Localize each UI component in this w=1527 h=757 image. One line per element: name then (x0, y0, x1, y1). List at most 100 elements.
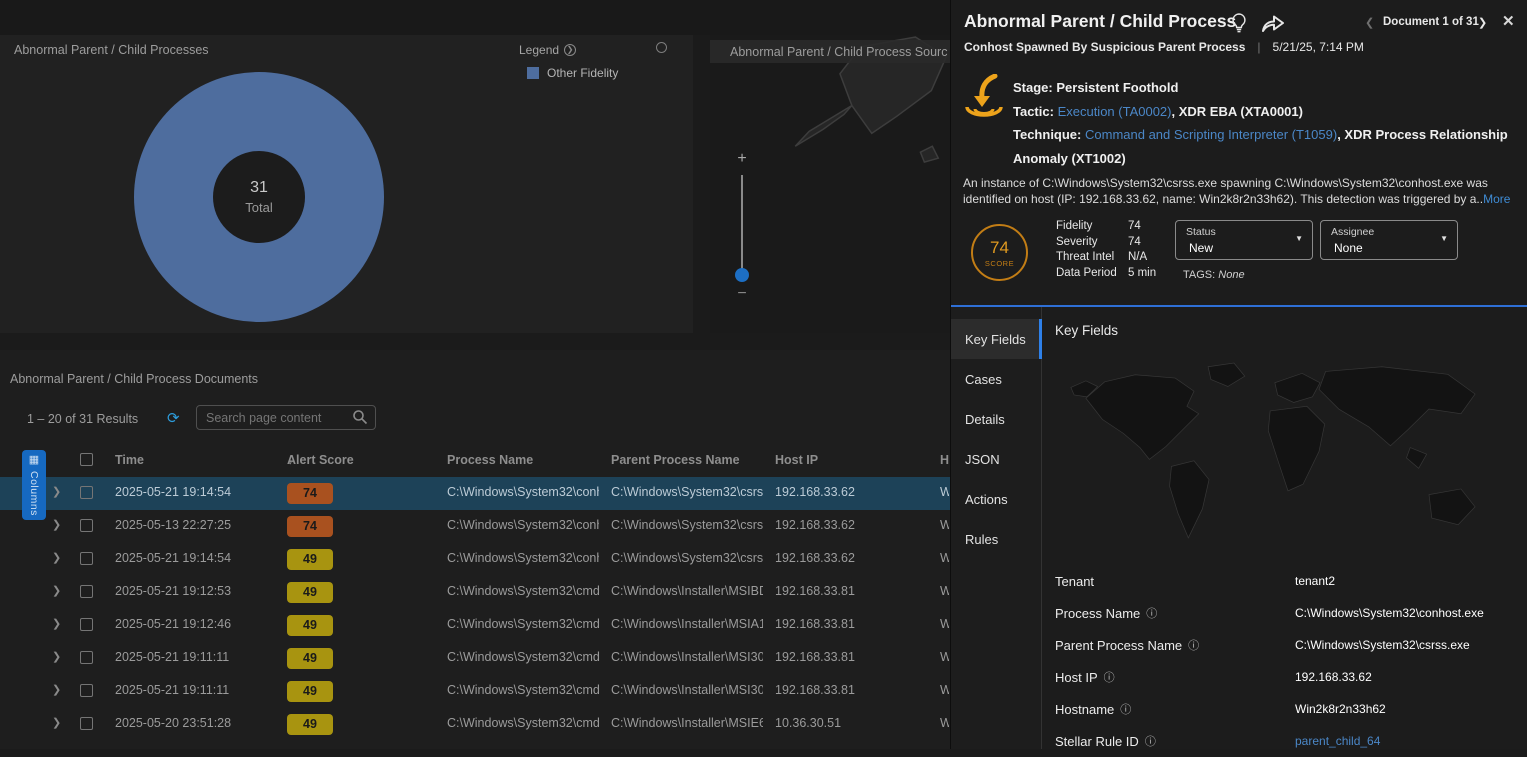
row-expand-icon[interactable]: ❯ (52, 683, 61, 696)
tab-rules[interactable]: Rules (951, 519, 1041, 559)
row-process-name: C:\Windows\System32\cmd.e (447, 584, 599, 598)
table-row[interactable]: ❯ 2025-05-21 19:11:11 49 C:\Windows\Syst… (0, 642, 950, 675)
row-checkbox[interactable] (80, 717, 93, 730)
legend-item[interactable]: Other Fidelity (527, 66, 618, 80)
info-icon[interactable]: ⓘ (1188, 637, 1199, 653)
row-hostname-clipped: W (940, 650, 949, 664)
table-grid-icon: ▦ (29, 455, 39, 466)
row-process-name: C:\Windows\System32\cmd.e (447, 683, 599, 697)
field-label: Process Name (1055, 606, 1140, 621)
table-row[interactable]: ❯ 2025-05-21 19:12:53 49 C:\Windows\Syst… (0, 576, 950, 609)
row-time: 2025-05-20 23:51:28 (115, 716, 231, 730)
info-icon[interactable]: ⓘ (1146, 605, 1157, 621)
info-icon[interactable]: ⓘ (1120, 701, 1131, 717)
refresh-icon[interactable]: ⟳ (167, 409, 180, 427)
row-expand-icon[interactable]: ❯ (52, 716, 61, 729)
description-line1: An instance of C:\Windows\System32\csrss… (963, 176, 1488, 190)
next-document-chevron[interactable]: ❯ (1478, 16, 1487, 29)
row-expand-icon[interactable]: ❯ (52, 485, 61, 498)
table-row[interactable]: ❯ 2025-05-21 19:11:11 49 C:\Windows\Syst… (0, 675, 950, 708)
row-checkbox[interactable] (80, 552, 93, 565)
col-header-process-name[interactable]: Process Name (447, 453, 533, 467)
status-dropdown[interactable]: Status New ▼ (1175, 220, 1313, 260)
legend-collapse-icon[interactable]: ❯ (564, 44, 576, 56)
row-expand-icon[interactable]: ❯ (52, 518, 61, 531)
col-header-host-ip[interactable]: Host IP (775, 453, 818, 467)
columns-button[interactable]: ▦ Columns (22, 450, 46, 520)
key-field-row: Hostnameⓘ Win2k8r2n33h62 (1055, 693, 1520, 725)
row-expand-icon[interactable]: ❯ (52, 617, 61, 630)
row-host-ip: 192.168.33.81 (775, 584, 905, 598)
legend-label: Legend (519, 43, 559, 57)
table-row[interactable]: ❯ 2025-05-21 19:14:54 49 C:\Windows\Syst… (0, 543, 950, 576)
row-host-ip: 192.168.33.81 (775, 650, 905, 664)
zoom-slider-knob[interactable] (735, 268, 749, 282)
alert-score-badge: 49 (287, 582, 333, 603)
more-link[interactable]: More (1483, 192, 1510, 206)
donut-chart[interactable]: 31 Total (134, 72, 384, 322)
info-icon[interactable]: ⓘ (1104, 669, 1115, 685)
tab-details[interactable]: Details (951, 399, 1041, 439)
score-circle: 74 SCORE (971, 224, 1028, 281)
col-header-time[interactable]: Time (115, 453, 144, 467)
row-checkbox[interactable] (80, 486, 93, 499)
row-process-name: C:\Windows\System32\conho (447, 551, 599, 565)
tab-key-fields[interactable]: Key Fields (951, 319, 1041, 359)
row-hostname-clipped: W (940, 485, 949, 499)
subtitle-separator: | (1257, 40, 1260, 54)
documents-table-body: ❯ 2025-05-21 19:14:54 74 C:\Windows\Syst… (0, 477, 950, 741)
table-row[interactable]: ❯ 2025-05-21 19:14:54 74 C:\Windows\Syst… (0, 477, 950, 510)
zoom-slider-track[interactable] (741, 175, 743, 269)
field-value[interactable]: parent_child_64 (1295, 734, 1380, 748)
row-checkbox[interactable] (80, 684, 93, 697)
alert-score-badge: 74 (287, 483, 333, 504)
technique-link[interactable]: Command and Scripting Interpreter (T1059… (1085, 127, 1337, 142)
tactic-link[interactable]: Execution (TA0002) (1058, 104, 1172, 119)
row-time: 2025-05-21 19:14:54 (115, 485, 231, 499)
search-input[interactable] (197, 406, 347, 429)
tags-label: TAGS: (1183, 269, 1215, 281)
table-row[interactable]: ❯ 2025-05-20 23:51:28 49 C:\Windows\Syst… (0, 708, 950, 741)
tab-actions[interactable]: Actions (951, 479, 1041, 519)
col-header-hostname-clipped[interactable]: H (940, 453, 949, 467)
field-label: Tenant (1055, 574, 1094, 589)
row-checkbox[interactable] (80, 585, 93, 598)
info-icon[interactable]: ⓘ (1145, 733, 1156, 749)
row-parent-process-name: C:\Windows\Installer\MSIE6D (611, 716, 763, 730)
alert-score-badge: 49 (287, 714, 333, 735)
close-icon[interactable]: ✕ (1502, 12, 1515, 30)
zoom-in-button[interactable]: + (734, 150, 750, 168)
select-all-checkbox[interactable] (80, 453, 93, 466)
lightbulb-icon[interactable] (1231, 13, 1247, 33)
row-checkbox[interactable] (80, 519, 93, 532)
status-dropdown-label: Status (1186, 226, 1216, 238)
row-host-ip: 10.36.30.51 (775, 716, 905, 730)
detail-tab-nav: Key Fields Cases Details JSON Actions Ru… (951, 307, 1042, 749)
table-row[interactable]: ❯ 2025-05-13 22:27:25 74 C:\Windows\Syst… (0, 510, 950, 543)
share-icon[interactable] (1261, 14, 1285, 32)
zoom-out-button[interactable]: − (734, 285, 750, 303)
row-expand-icon[interactable]: ❯ (52, 584, 61, 597)
metric-label: Fidelity (1056, 219, 1128, 235)
row-expand-icon[interactable]: ❯ (52, 551, 61, 564)
assignee-dropdown-label: Assignee (1331, 226, 1374, 238)
tab-cases[interactable]: Cases (951, 359, 1041, 399)
tab-json[interactable]: JSON (951, 439, 1041, 479)
stage-label: Stage: (1013, 80, 1053, 95)
row-parent-process-name: C:\Windows\Installer\MSI30B2 (611, 650, 763, 664)
row-checkbox[interactable] (80, 618, 93, 631)
assignee-dropdown[interactable]: Assignee None ▼ (1320, 220, 1458, 260)
tab-label: Actions (965, 492, 1008, 507)
stage-tactic-technique: Stage: Persistent Foothold Tactic: Execu… (1013, 76, 1521, 170)
alert-detail-panel: Abnormal Parent / Child Process ❮ Docume… (950, 0, 1527, 749)
row-hostname-clipped: W (940, 683, 949, 697)
row-checkbox[interactable] (80, 651, 93, 664)
row-time: 2025-05-21 19:12:53 (115, 584, 231, 598)
world-map-icon[interactable] (1053, 351, 1523, 563)
row-expand-icon[interactable]: ❯ (52, 650, 61, 663)
row-time: 2025-05-13 22:27:25 (115, 518, 231, 532)
prev-document-chevron[interactable]: ❮ (1365, 16, 1374, 29)
col-header-parent-process-name[interactable]: Parent Process Name (611, 453, 740, 467)
table-row[interactable]: ❯ 2025-05-21 19:12:46 49 C:\Windows\Syst… (0, 609, 950, 642)
panel-status-circle-icon[interactable] (656, 42, 667, 53)
